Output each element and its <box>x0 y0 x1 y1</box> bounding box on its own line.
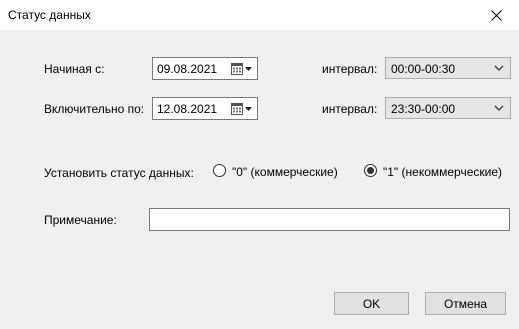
ok-button[interactable]: OK <box>334 292 409 315</box>
from-calendar-button[interactable] <box>231 61 253 76</box>
from-date-label: Начиная с: <box>44 62 105 76</box>
status-option-1-label[interactable]: "1" (некоммерческие) <box>383 165 502 179</box>
note-input[interactable] <box>149 208 510 231</box>
to-calendar-button[interactable] <box>231 101 253 116</box>
to-interval-value: 23:30-00:00 <box>391 102 456 116</box>
to-date-label: Включительно по: <box>44 102 145 116</box>
status-option-0-label[interactable]: "0" (коммерческие) <box>232 165 338 179</box>
status-label: Установить статус данных: <box>44 166 194 180</box>
calendar-icon <box>231 62 252 75</box>
from-interval-value: 00:00-00:30 <box>391 62 456 76</box>
note-label: Примечание: <box>44 213 117 227</box>
title-bar: Статус данных <box>0 0 519 30</box>
from-date-value: 09.08.2021 <box>157 62 218 76</box>
radio-selected-dot <box>367 167 374 174</box>
cancel-button[interactable]: Отмена <box>425 292 506 315</box>
to-date-value: 12.08.2021 <box>157 102 218 116</box>
chevron-down-icon <box>494 105 504 111</box>
from-interval-label: интервал: <box>322 62 378 76</box>
close-icon <box>490 9 502 21</box>
to-interval-select[interactable]: 23:30-00:00 <box>385 97 511 119</box>
chevron-down-icon <box>494 65 504 71</box>
from-interval-select[interactable]: 00:00-00:30 <box>385 57 511 79</box>
to-interval-label: интервал: <box>322 102 378 116</box>
status-radio-0[interactable] <box>213 164 226 177</box>
status-radio-1[interactable] <box>364 164 377 177</box>
from-date-picker[interactable]: 09.08.2021 <box>152 57 258 80</box>
dialog-title: Статус данных <box>8 8 91 22</box>
close-button[interactable] <box>473 0 519 30</box>
to-date-picker[interactable]: 12.08.2021 <box>152 97 258 120</box>
calendar-icon <box>231 102 252 115</box>
